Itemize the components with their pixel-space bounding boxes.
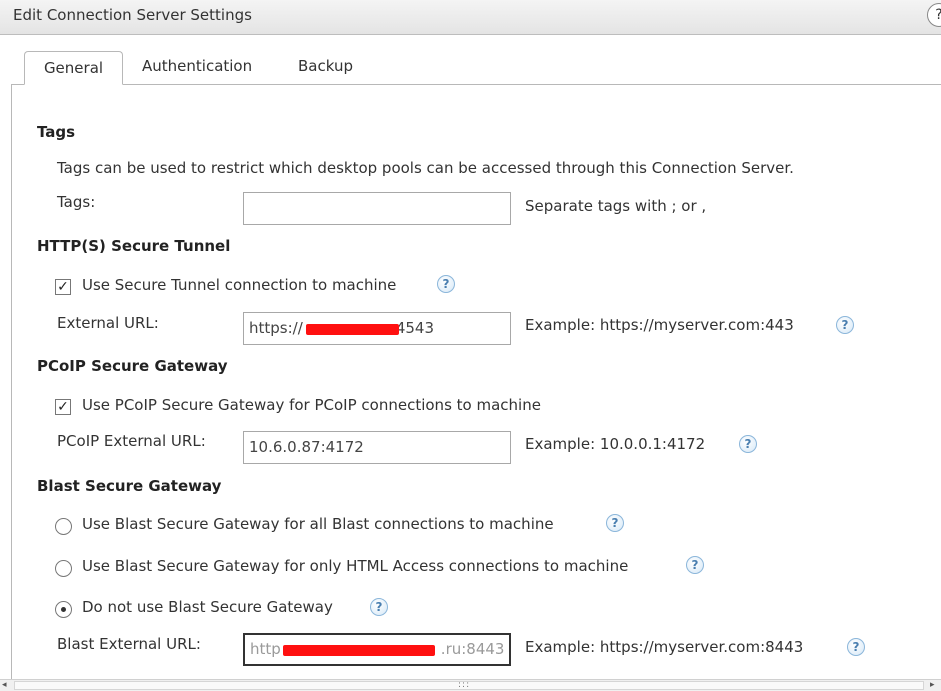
blast-option-html-label: Use Blast Secure Gateway for only HTML A… (82, 557, 629, 575)
tags-label: Tags: (57, 193, 96, 211)
blast-radio-none[interactable] (55, 601, 72, 618)
blast-url-label: Blast External URL: (57, 635, 201, 653)
horizontal-scrollbar[interactable]: ◂ ::: ▸ (0, 679, 941, 691)
external-url-input[interactable]: https://:4543 (243, 312, 511, 345)
blast-url-prefix: http (250, 640, 281, 658)
help-icon[interactable]: ? (836, 316, 854, 334)
pcoip-checkbox[interactable]: ✓ (55, 399, 71, 415)
tab-authentication[interactable]: Authentication (142, 50, 252, 84)
scroll-left-icon[interactable]: ◂ (2, 680, 7, 691)
tab-strip: General Authentication Backup (0, 36, 941, 85)
external-url-example: Example: https://myserver.com:443 (525, 316, 794, 334)
tab-backup[interactable]: Backup (298, 50, 353, 84)
help-icon[interactable]: ? (686, 556, 704, 574)
blast-url-example: Example: https://myserver.com:8443 (525, 638, 804, 656)
blast-url-suffix: .ru:8443 (440, 640, 505, 658)
secure-tunnel-heading: HTTP(S) Secure Tunnel (37, 237, 231, 255)
tab-divider (11, 84, 941, 85)
dialog-title-bar: Edit Connection Server Settings ? (0, 0, 941, 35)
tab-general[interactable]: General (24, 51, 123, 85)
help-icon[interactable]: ? (739, 435, 757, 453)
help-icon[interactable]: ? (927, 3, 941, 27)
tags-input[interactable] (243, 192, 511, 225)
pcoip-heading: PCoIP Secure Gateway (37, 357, 228, 375)
help-icon[interactable]: ? (370, 598, 388, 616)
dialog-title: Edit Connection Server Settings (13, 6, 252, 24)
blast-heading: Blast Secure Gateway (37, 477, 222, 495)
blast-url-input[interactable]: http .ru:8443 (243, 633, 511, 666)
tags-description: Tags can be used to restrict which deskt… (57, 159, 794, 177)
scroll-right-icon[interactable]: ▸ (930, 680, 935, 691)
external-url-label: External URL: (57, 314, 159, 332)
tags-heading: Tags (37, 123, 76, 141)
pcoip-url-example: Example: 10.0.0.1:4172 (525, 435, 706, 453)
blast-option-all-label: Use Blast Secure Gateway for all Blast c… (82, 515, 554, 533)
redaction-mark (283, 645, 435, 656)
blast-radio-all[interactable] (55, 518, 72, 535)
secure-tunnel-checkbox[interactable]: ✓ (55, 279, 71, 295)
blast-radio-html[interactable] (55, 560, 72, 577)
help-icon[interactable]: ? (847, 638, 865, 656)
scrollbar-grip-icon: ::: (458, 680, 471, 690)
help-icon[interactable]: ? (437, 275, 455, 293)
external-url-prefix: https:// (249, 319, 303, 337)
redaction-mark (306, 324, 399, 335)
tags-hint: Separate tags with ; or , (525, 197, 707, 215)
pcoip-checkbox-label: Use PCoIP Secure Gateway for PCoIP conne… (82, 396, 541, 414)
help-icon[interactable]: ? (606, 514, 624, 532)
panel-border (11, 84, 12, 679)
secure-tunnel-checkbox-label: Use Secure Tunnel connection to machine (82, 276, 397, 294)
pcoip-url-label: PCoIP External URL: (57, 432, 206, 450)
blast-option-none-label: Do not use Blast Secure Gateway (82, 598, 333, 616)
pcoip-url-input[interactable]: 10.6.0.87:4172 (243, 431, 511, 464)
